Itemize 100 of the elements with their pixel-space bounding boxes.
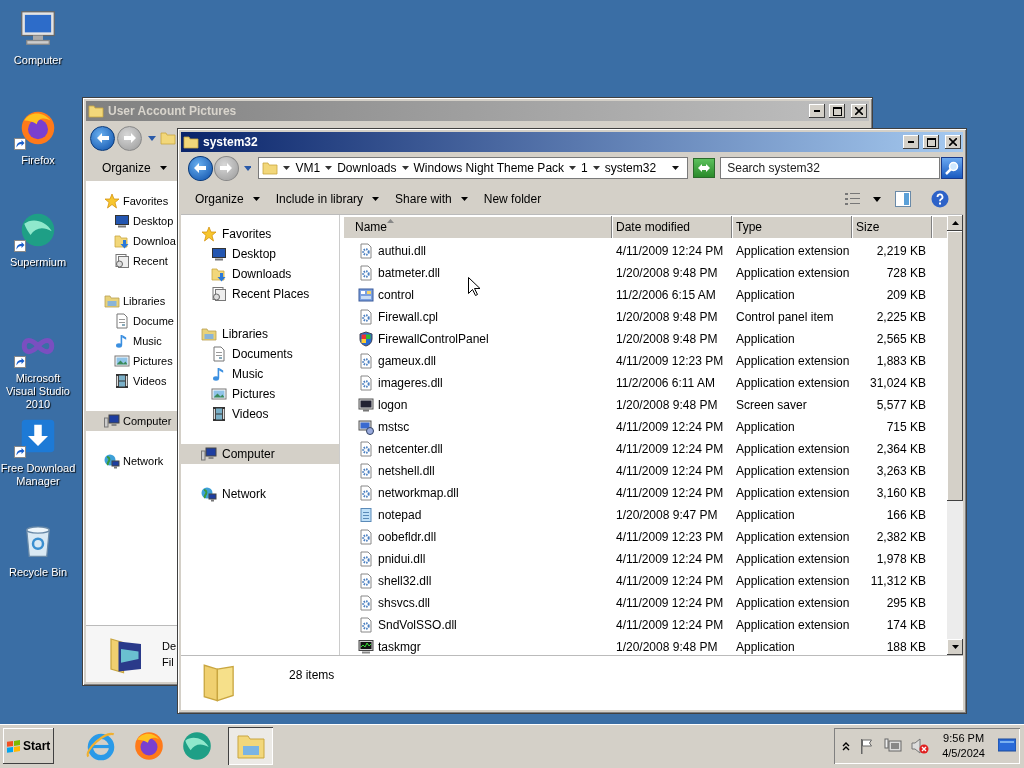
- search-button[interactable]: [941, 157, 963, 179]
- nav-item[interactable]: Music: [86, 331, 178, 351]
- nav-item[interactable]: Documents: [181, 344, 339, 364]
- nav-item[interactable]: Downloads: [181, 264, 339, 284]
- table-cell-text: Application: [735, 420, 796, 434]
- network-icon[interactable]: [884, 738, 903, 754]
- double-chevron-icon[interactable]: [842, 741, 851, 751]
- browser-icon[interactable]: [132, 729, 166, 763]
- column-header[interactable]: Date modified: [612, 216, 732, 238]
- clock-date[interactable]: 4/5/2024: [942, 746, 985, 761]
- file-row[interactable]: netcenter.dll 4/11/2009 12:24 PM Application extension 2,364 KB: [343, 438, 947, 460]
- file-row[interactable]: taskmgr 1/20/2008 9:48 PM Application 188 KB: [343, 636, 947, 655]
- file-row[interactable]: authui.dll 4/11/2009 12:24 PM Application extension 2,219 KB: [343, 240, 947, 262]
- column-header[interactable]: Name: [343, 216, 612, 238]
- clock-time[interactable]: 9:56 PM: [943, 731, 985, 746]
- file-row[interactable]: logon 1/20/2008 9:48 PM Screen saver 5,577 KB: [343, 394, 947, 416]
- nav-item[interactable]: Libraries: [86, 291, 178, 311]
- icon-label[interactable]: Computer: [13, 54, 63, 67]
- file-row[interactable]: Firewall.cpl 1/20/2008 9:48 PM Control panel item 2,225 KB: [343, 306, 947, 328]
- nav-item[interactable]: Libraries: [181, 324, 339, 344]
- file-row[interactable]: SndVolSSO.dll 4/11/2009 12:24 PM Application extension 174 KB: [343, 614, 947, 636]
- column-header[interactable]: Size: [852, 216, 932, 238]
- file-row[interactable]: shell32.dll 4/11/2009 12:24 PM Application extension 11,312 KB: [343, 570, 947, 592]
- scroll-down-button[interactable]: [947, 639, 963, 655]
- toolbar-button[interactable]: Include in library: [269, 188, 386, 210]
- file-row[interactable]: oobefldr.dll 4/11/2009 12:23 PM Application extension 2,382 KB: [343, 526, 947, 548]
- icon-label[interactable]: Free Download Manager: [0, 462, 76, 488]
- file-row[interactable]: control 11/2/2006 6:15 AM Application 209 KB: [343, 284, 947, 306]
- back-button[interactable]: [90, 125, 115, 151]
- icon-label[interactable]: Supermium: [9, 256, 67, 269]
- search-field[interactable]: Search system32: [720, 157, 941, 179]
- table-cell-text: Application extension: [735, 442, 851, 456]
- back-button[interactable]: [188, 155, 213, 181]
- computer-icon[interactable]: [18, 8, 58, 48]
- file-row[interactable]: networkmap.dll 4/11/2009 12:24 PM Application extension 3,160 KB: [343, 482, 947, 504]
- show-desktop-icon[interactable]: [998, 738, 1016, 754]
- nav-item[interactable]: Downloa: [86, 231, 178, 251]
- caret-icon[interactable]: [401, 166, 409, 170]
- minimize-button[interactable]: [809, 104, 825, 118]
- taskbar-button[interactable]: [228, 727, 273, 765]
- refresh-button[interactable]: [693, 158, 716, 178]
- minimize-button[interactable]: [903, 135, 919, 149]
- breadcrumb-item[interactable]: VM1: [295, 161, 321, 175]
- view-options-icon[interactable]: [845, 192, 861, 206]
- file-row[interactable]: imageres.dll 11/2/2006 6:11 AM Application extension 31,024 KB: [343, 372, 947, 394]
- file-row[interactable]: gameux.dll 4/11/2009 12:23 PM Application extension 1,883 KB: [343, 350, 947, 372]
- breadcrumb-item[interactable]: 1: [581, 161, 588, 175]
- file-row[interactable]: mstsc 4/11/2009 12:24 PM Application 715 KB: [343, 416, 947, 438]
- icon-label[interactable]: Firefox: [21, 154, 55, 167]
- file-row[interactable]: notepad 1/20/2008 9:47 PM Application 166 KB: [343, 504, 947, 526]
- maximize-button[interactable]: [923, 135, 939, 149]
- scroll-up-button[interactable]: [947, 215, 963, 231]
- file-row[interactable]: shsvcs.dll 4/11/2009 12:24 PM Application extension 295 KB: [343, 592, 947, 614]
- file-row[interactable]: netshell.dll 4/11/2009 12:24 PM Application extension 3,263 KB: [343, 460, 947, 482]
- volume-icon[interactable]: [911, 738, 930, 754]
- file-row[interactable]: batmeter.dll 1/20/2008 9:48 PM Application extension 728 KB: [343, 262, 947, 284]
- nav-item[interactable]: Music: [181, 364, 339, 384]
- caret-icon[interactable]: [592, 166, 600, 170]
- nav-item[interactable]: Pictures: [181, 384, 339, 404]
- nav-item[interactable]: Videos: [181, 404, 339, 424]
- toolbar-button[interactable]: New folder: [477, 188, 548, 210]
- nav-item[interactable]: Recent: [86, 251, 178, 271]
- toolbar-button[interactable]: Organize: [189, 188, 266, 210]
- scrollbar-thumb[interactable]: [947, 231, 963, 501]
- close-button[interactable]: [851, 104, 867, 118]
- file-row[interactable]: pnidui.dll 4/11/2009 12:24 PM Application extension 1,978 KB: [343, 548, 947, 570]
- start-button[interactable]: Start: [3, 728, 54, 764]
- caret-icon[interactable]: [672, 166, 680, 170]
- nav-item[interactable]: Pictures: [86, 351, 178, 371]
- breadcrumb-item[interactable]: Downloads: [337, 161, 397, 175]
- breadcrumb-item[interactable]: Windows Night Theme Pack: [413, 161, 565, 175]
- icon-label[interactable]: Recycle Bin: [8, 566, 68, 579]
- preview-pane-icon[interactable]: [895, 191, 911, 207]
- breadcrumb-item[interactable]: system32: [604, 161, 657, 175]
- caret-icon[interactable]: [873, 196, 881, 202]
- close-button[interactable]: [945, 135, 961, 149]
- toolbar-button[interactable]: Share with: [389, 188, 474, 210]
- vertical-scrollbar[interactable]: [947, 215, 963, 655]
- caret-icon[interactable]: [569, 166, 577, 170]
- nav-item[interactable]: Videos: [86, 371, 178, 391]
- address-bar[interactable]: VM1 Downloads Windows Night Theme Pack 1 system32: [258, 157, 689, 179]
- nav-item[interactable]: Recent Places: [181, 284, 339, 304]
- file-row[interactable]: FirewallControlPanel 1/20/2008 9:48 PM Application 2,565 KB: [343, 328, 947, 350]
- nav-item[interactable]: Network: [181, 484, 339, 504]
- column-header[interactable]: Type: [732, 216, 852, 238]
- help-icon[interactable]: [931, 190, 949, 208]
- nav-item[interactable]: Favorites: [86, 191, 178, 211]
- maximize-button[interactable]: [829, 104, 845, 118]
- nav-item[interactable]: Desktop: [181, 244, 339, 264]
- nav-item[interactable]: Docume: [86, 311, 178, 331]
- nav-item[interactable]: Computer: [181, 444, 339, 464]
- nav-item[interactable]: Network: [86, 451, 178, 471]
- caret-icon[interactable]: [325, 166, 333, 170]
- icon-label[interactable]: Microsoft Visual Studio 2010: [0, 372, 76, 411]
- table-cell-text: 1,978 KB: [875, 552, 927, 566]
- nav-item[interactable]: Favorites: [181, 224, 339, 244]
- nav-item[interactable]: Computer: [86, 411, 178, 431]
- nav-item[interactable]: Desktop: [86, 211, 178, 231]
- toolbar-button[interactable]: Organize: [96, 157, 173, 179]
- caret-icon[interactable]: [283, 166, 291, 170]
